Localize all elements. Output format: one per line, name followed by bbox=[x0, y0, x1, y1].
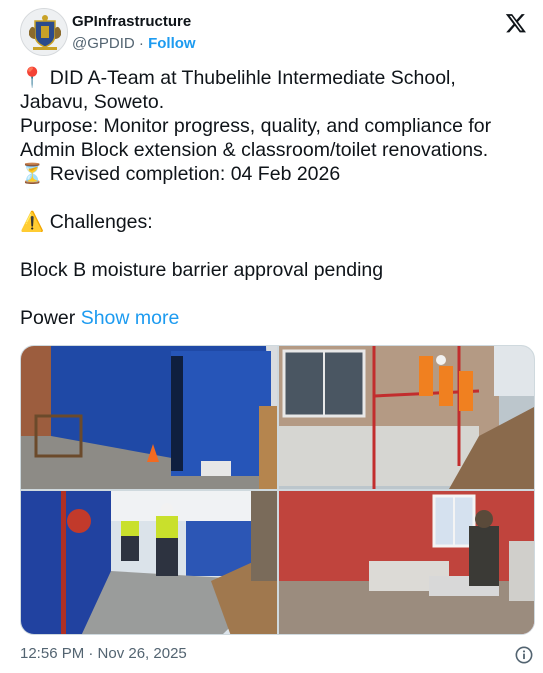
tweet-line: Admin Block extension & classroom/toilet… bbox=[20, 139, 489, 161]
avatar[interactable] bbox=[20, 8, 68, 56]
tweet-card: GPInfrastructure @GPDID · Follow 📍 DID A… bbox=[0, 0, 543, 673]
photo-blue-structure[interactable] bbox=[21, 346, 277, 489]
x-logo-icon[interactable] bbox=[505, 12, 527, 34]
tweet-line: Jabavu, Soweto. bbox=[20, 91, 165, 113]
separator: · bbox=[134, 35, 149, 52]
timestamp[interactable]: 12:56 PM · Nov 26, 2025 bbox=[20, 645, 187, 662]
tweet-line-last: Power Show more bbox=[20, 306, 525, 330]
info-icon[interactable] bbox=[515, 646, 533, 664]
tweet-line: ⏳ Revised completion: 04 Feb 2026 bbox=[20, 163, 341, 185]
tweet-line: Block B moisture barrier approval pendin… bbox=[20, 259, 384, 281]
media-grid bbox=[20, 345, 535, 635]
handle[interactable]: @GPDID bbox=[72, 35, 135, 52]
tweet-line-start: Power bbox=[20, 307, 81, 329]
photo-classroom-renovation[interactable] bbox=[279, 491, 534, 634]
show-more-link[interactable]: Show more bbox=[81, 307, 180, 329]
photo-corridor-workers[interactable] bbox=[21, 491, 277, 634]
tweet-text: 📍 DID A-Team at Thubelihle Intermediate … bbox=[20, 66, 525, 330]
tweet-line: Purpose: Monitor progress, quality, and … bbox=[20, 115, 492, 137]
tweet-header: GPInfrastructure @GPDID · Follow bbox=[20, 8, 535, 58]
handle-row: @GPDID · Follow bbox=[72, 35, 196, 52]
coat-of-arms-logo bbox=[21, 9, 67, 55]
follow-button[interactable]: Follow bbox=[148, 35, 196, 52]
display-name[interactable]: GPInfrastructure bbox=[72, 13, 191, 30]
tweet-line: 📍 DID A-Team at Thubelihle Intermediate … bbox=[20, 67, 456, 89]
tweet-line: ⚠️ Challenges: bbox=[20, 211, 153, 233]
photo-scaffolding-workers[interactable] bbox=[279, 346, 534, 489]
